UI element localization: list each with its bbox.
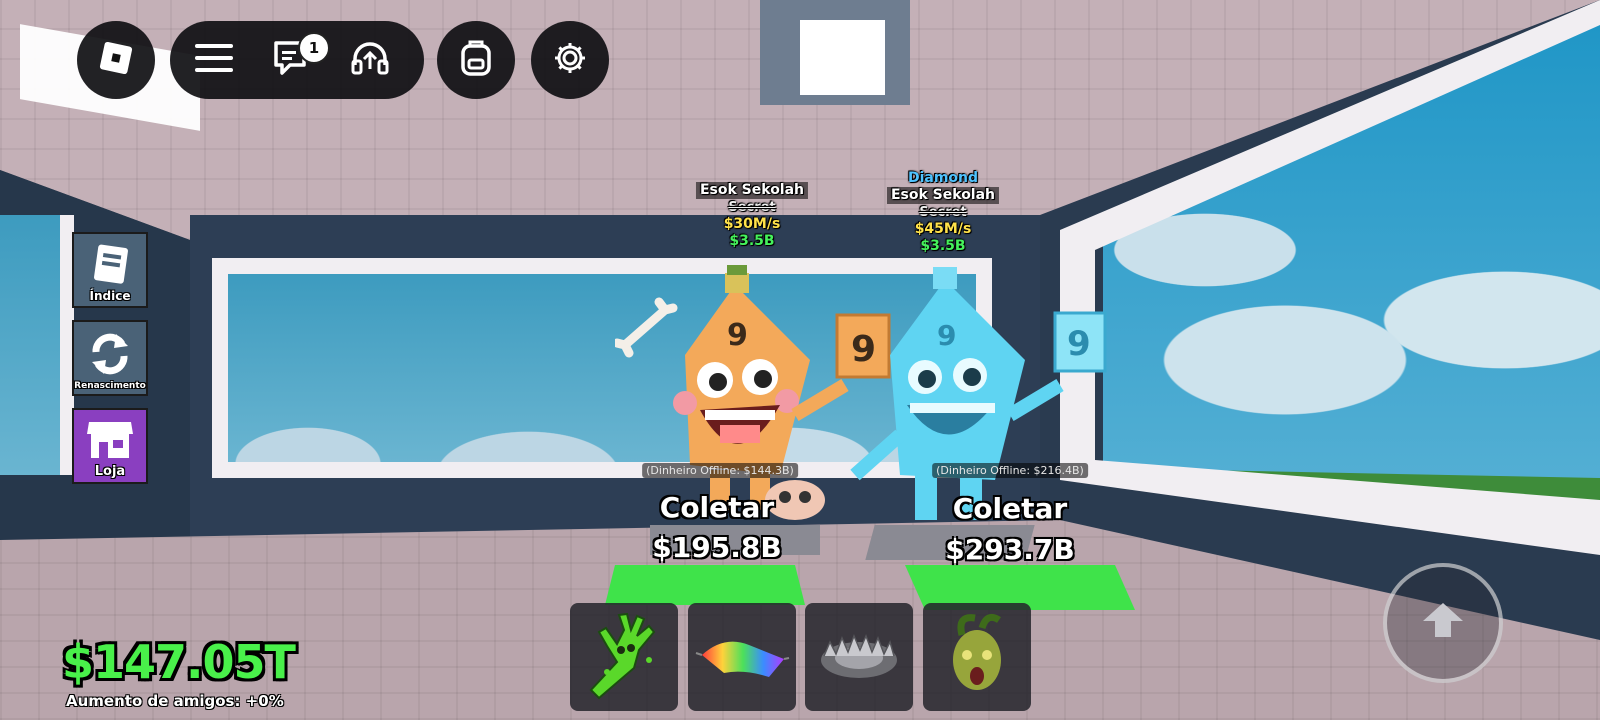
chat-button[interactable]: 1 bbox=[272, 32, 330, 80]
jump-arrow-icon bbox=[1421, 599, 1465, 647]
collect-amount: $195.8B bbox=[652, 531, 782, 564]
shop-icon bbox=[85, 418, 135, 466]
index-label: Índice bbox=[89, 289, 131, 303]
brainrot-tag: Diamond Esok Sekolah Secret $45M/s $3.5B bbox=[886, 170, 1000, 255]
money-display: $147.05T bbox=[62, 635, 296, 689]
roblox-menu-button[interactable] bbox=[77, 21, 155, 99]
hamburger-menu-icon bbox=[195, 42, 233, 78]
headphones-icon bbox=[350, 39, 390, 81]
chat-badge: 1 bbox=[298, 32, 330, 64]
brainrot-rarity: Secret bbox=[919, 205, 967, 220]
brainrot-tag: Esok Sekolah Secret $30M/s $3.5B bbox=[695, 182, 809, 250]
backpack-icon bbox=[457, 38, 495, 82]
brainrot-rate: $45M/s bbox=[914, 221, 972, 237]
brainrot-price: $3.5B bbox=[920, 238, 966, 254]
left-window bbox=[0, 215, 74, 475]
shop-label: Loja bbox=[94, 464, 126, 479]
hotbar-slot-3[interactable] bbox=[805, 603, 913, 711]
slime-glove-icon bbox=[579, 610, 669, 704]
topbar-pill: 1 bbox=[170, 21, 424, 99]
hotbar-slot-2[interactable] bbox=[688, 603, 796, 711]
gear-icon bbox=[552, 40, 588, 80]
bear-trap-icon bbox=[814, 620, 904, 694]
brainrot-name: Esok Sekolah bbox=[886, 187, 1000, 204]
collect-pad[interactable] bbox=[605, 565, 805, 605]
backpack-button[interactable] bbox=[437, 21, 515, 99]
collect-amount: $293.7B bbox=[945, 533, 1075, 566]
voice-button[interactable] bbox=[350, 40, 390, 80]
brainrot-name: Esok Sekolah bbox=[695, 182, 809, 199]
collect-label[interactable]: Coletar bbox=[660, 491, 774, 524]
book-icon bbox=[88, 242, 132, 292]
svg-text:9: 9 bbox=[937, 319, 956, 352]
refresh-icon bbox=[86, 330, 134, 382]
index-button[interactable]: Índice bbox=[72, 232, 148, 308]
brainrot-rarity: Secret bbox=[728, 200, 776, 215]
menu-button[interactable] bbox=[194, 40, 234, 80]
brainrot-price: $3.5B bbox=[729, 233, 775, 249]
shop-button[interactable]: Loja bbox=[72, 408, 148, 484]
offline-money-label: (Dinheiro Offline: $144.3B) bbox=[642, 463, 798, 478]
offline-money-label: (Dinheiro Offline: $216.4B) bbox=[932, 463, 1088, 478]
jump-button[interactable] bbox=[1383, 563, 1503, 683]
svg-text:9: 9 bbox=[727, 318, 748, 353]
hotbar-slot-4[interactable] bbox=[923, 603, 1031, 711]
brainrot-mutation: Diamond bbox=[907, 170, 979, 186]
game-viewport[interactable]: 9 9 9 9 Esok Sekolah Secret $30M/s $3.5B… bbox=[0, 0, 1600, 720]
settings-button[interactable] bbox=[531, 21, 609, 99]
rainbow-carpet-icon bbox=[694, 625, 790, 689]
hotbar-slot-1[interactable] bbox=[570, 603, 678, 711]
sign-number: 9 bbox=[1067, 324, 1091, 364]
ceiling-light bbox=[800, 20, 885, 95]
rebirth-label: Renascimento bbox=[74, 381, 146, 391]
collect-label[interactable]: Coletar bbox=[953, 492, 1067, 525]
friend-boost-label: Aumento de amigos: +0% bbox=[66, 692, 284, 710]
roblox-logo-icon bbox=[96, 38, 136, 82]
brainrot-rate: $30M/s bbox=[723, 216, 781, 232]
rebirth-button[interactable]: Renascimento bbox=[72, 320, 148, 396]
medusa-head-icon bbox=[937, 610, 1017, 704]
